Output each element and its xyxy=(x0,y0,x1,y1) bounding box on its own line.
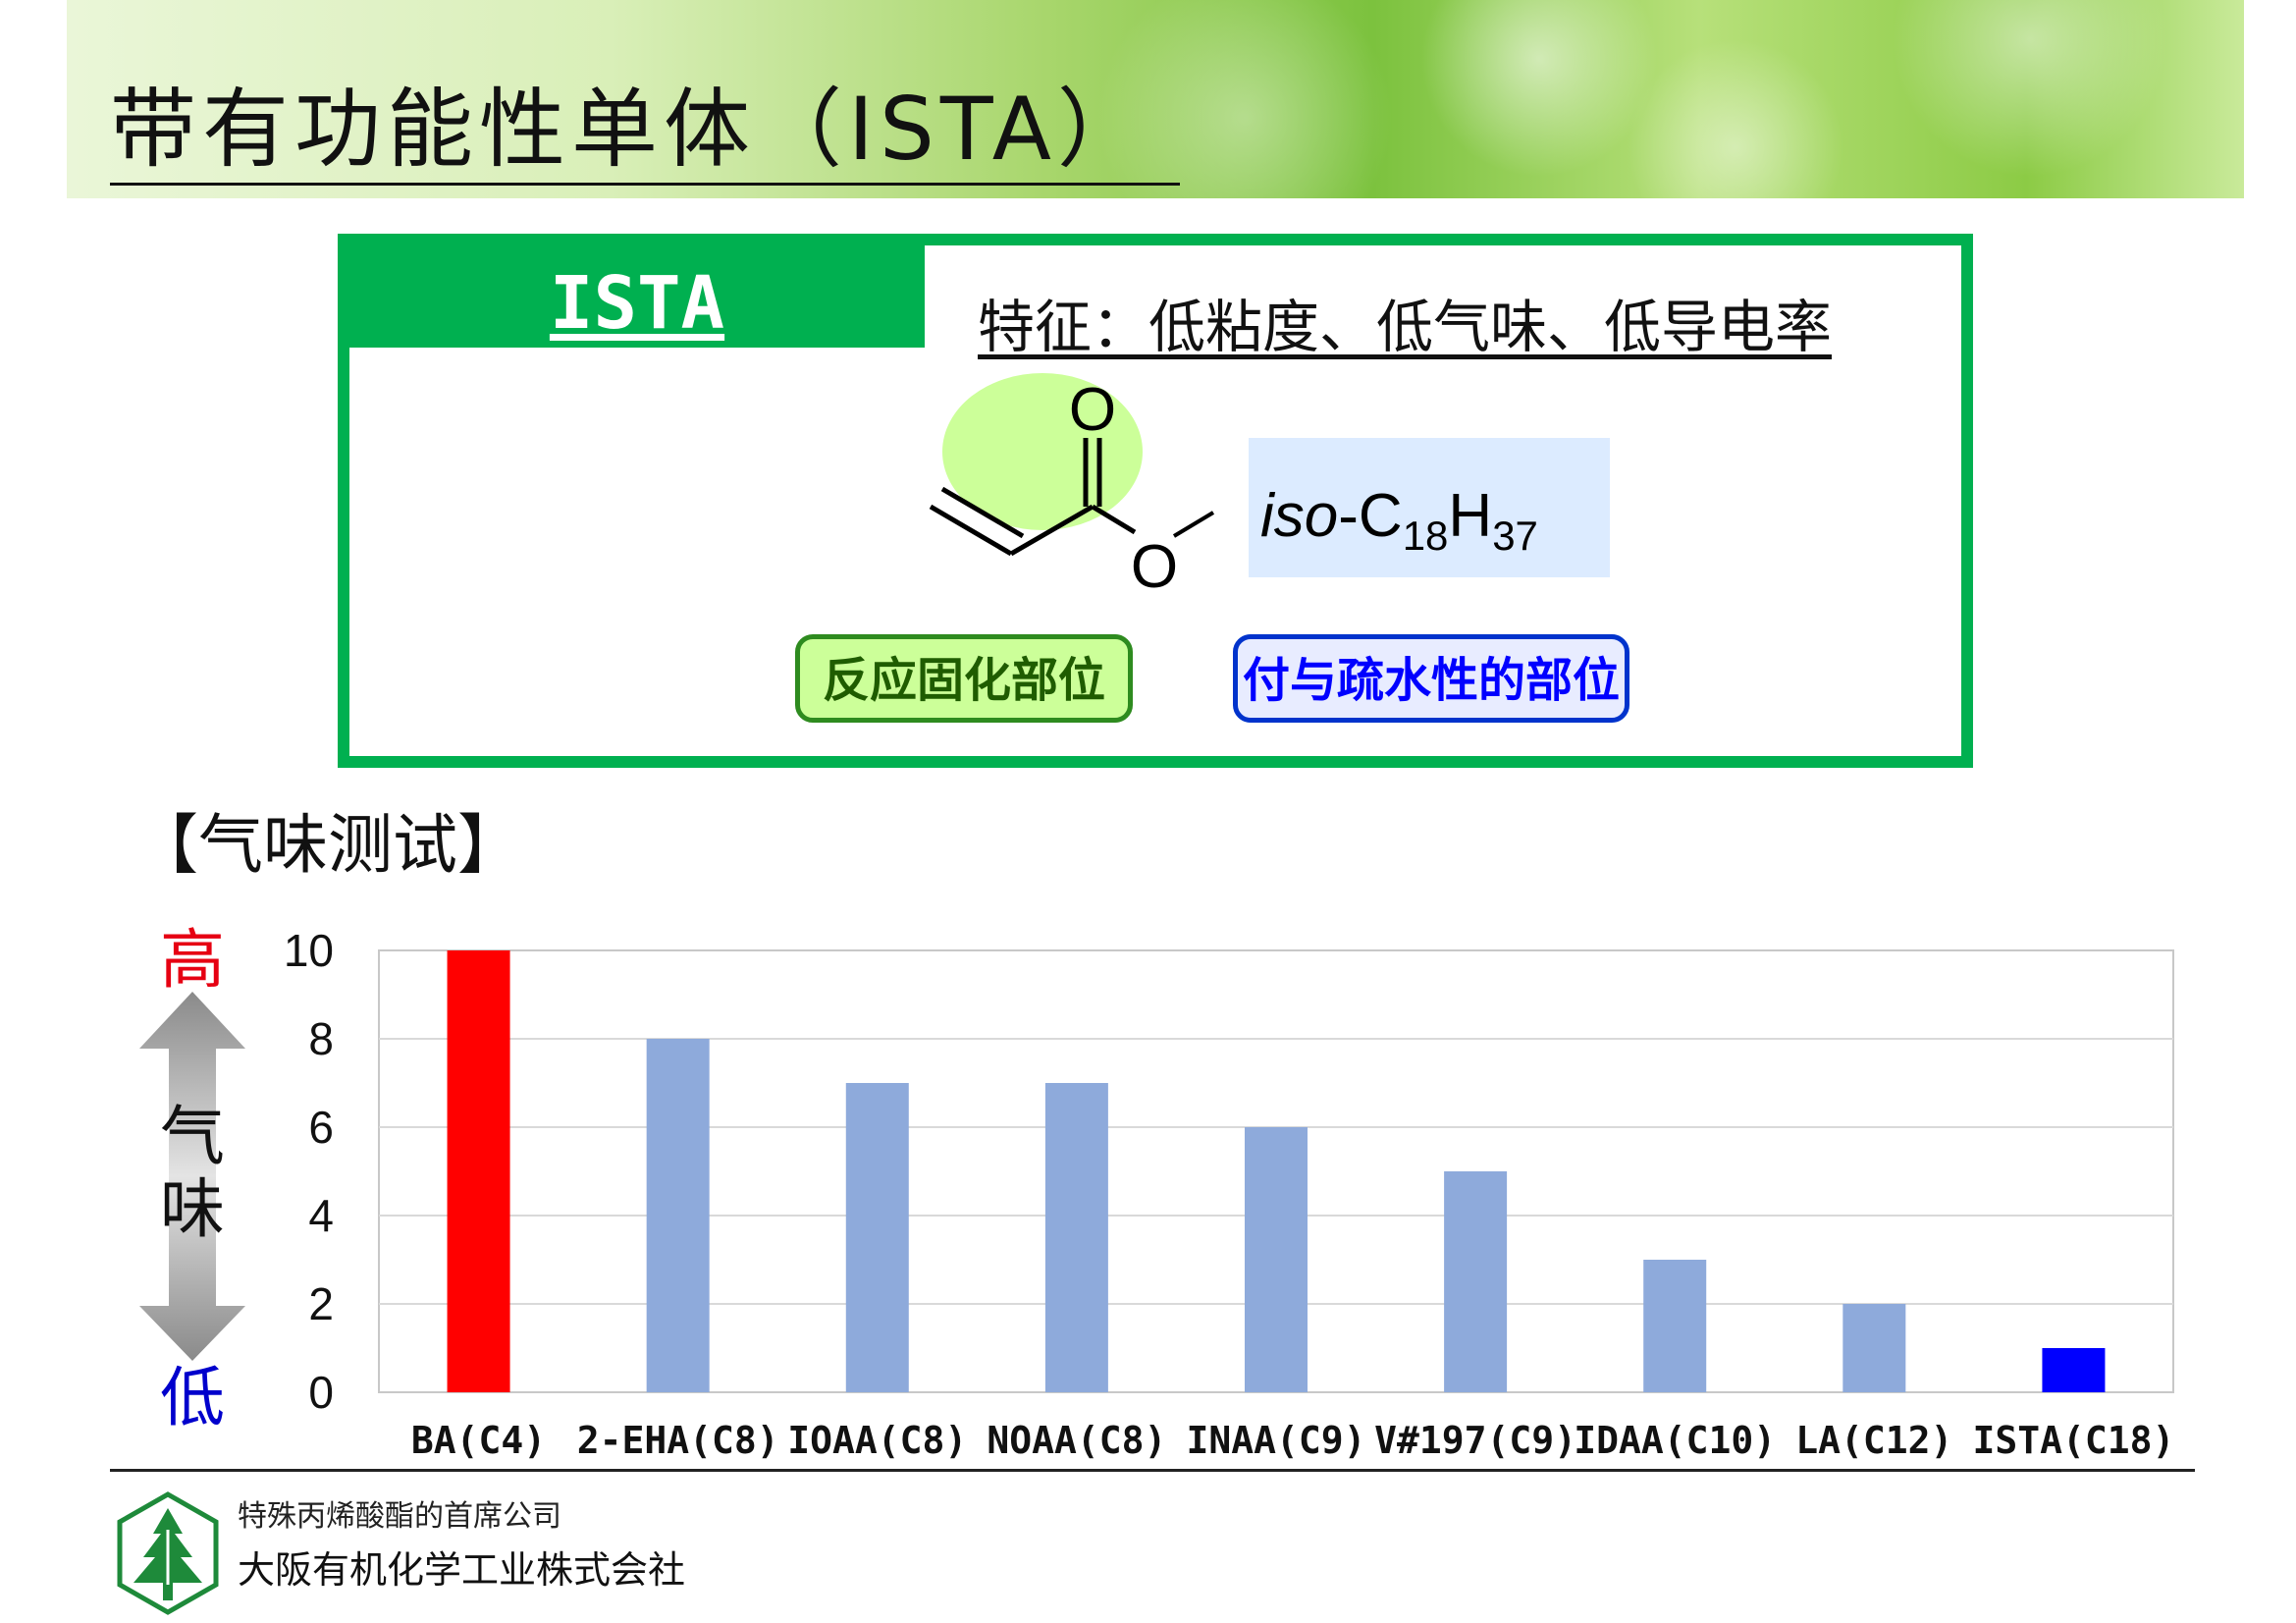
scale-axis-name-2: 味 xyxy=(160,1171,225,1247)
y-tick-label: 4 xyxy=(308,1190,334,1241)
x-tick-label: 2-EHA(C8) xyxy=(577,1419,779,1462)
x-tick-label: NOAA(C8) xyxy=(987,1419,1166,1462)
bar xyxy=(447,950,510,1392)
x-tick-label: ISTA(C18) xyxy=(1972,1419,2174,1462)
bar xyxy=(1044,1083,1108,1392)
x-tick-label: IOAA(C8) xyxy=(787,1419,967,1462)
company-tagline: 特殊丙烯酸酯的首席公司 xyxy=(238,1499,561,1534)
scale-high-label: 高 xyxy=(160,922,225,998)
scale-low-label: 低 xyxy=(160,1360,225,1435)
footer-divider xyxy=(110,1469,2195,1472)
bar xyxy=(1842,1304,1906,1392)
x-tick-label: INAA(C9) xyxy=(1186,1419,1365,1462)
x-tick-label: LA(C12) xyxy=(1795,1419,1952,1462)
bar xyxy=(1444,1171,1508,1392)
bar xyxy=(646,1039,710,1392)
y-tick-label: 6 xyxy=(308,1102,334,1153)
y-tick-label: 2 xyxy=(308,1278,334,1329)
bar xyxy=(845,1083,909,1392)
odor-bar-chart: 高 气 味 低 0 2 4 6 8 10 BA(C4) 2-EHA(C8) IOAA(C8) N… xyxy=(139,922,2174,1462)
company-tree-logo-icon xyxy=(117,1491,219,1615)
x-tick-label: V#197(C9) xyxy=(1374,1419,1576,1462)
bar xyxy=(1643,1260,1707,1392)
x-tick-label: BA(C4) xyxy=(411,1419,546,1462)
bar xyxy=(2042,1348,2106,1392)
y-tick-label: 0 xyxy=(308,1367,334,1418)
y-tick-label: 10 xyxy=(284,925,334,976)
scale-axis-name-1: 气 xyxy=(160,1099,225,1174)
bar xyxy=(1245,1127,1308,1392)
company-name: 大阪有机化学工业株式会社 xyxy=(238,1548,686,1592)
x-tick-label: IDAA(C10) xyxy=(1574,1419,1776,1462)
y-tick-label: 8 xyxy=(308,1013,334,1064)
